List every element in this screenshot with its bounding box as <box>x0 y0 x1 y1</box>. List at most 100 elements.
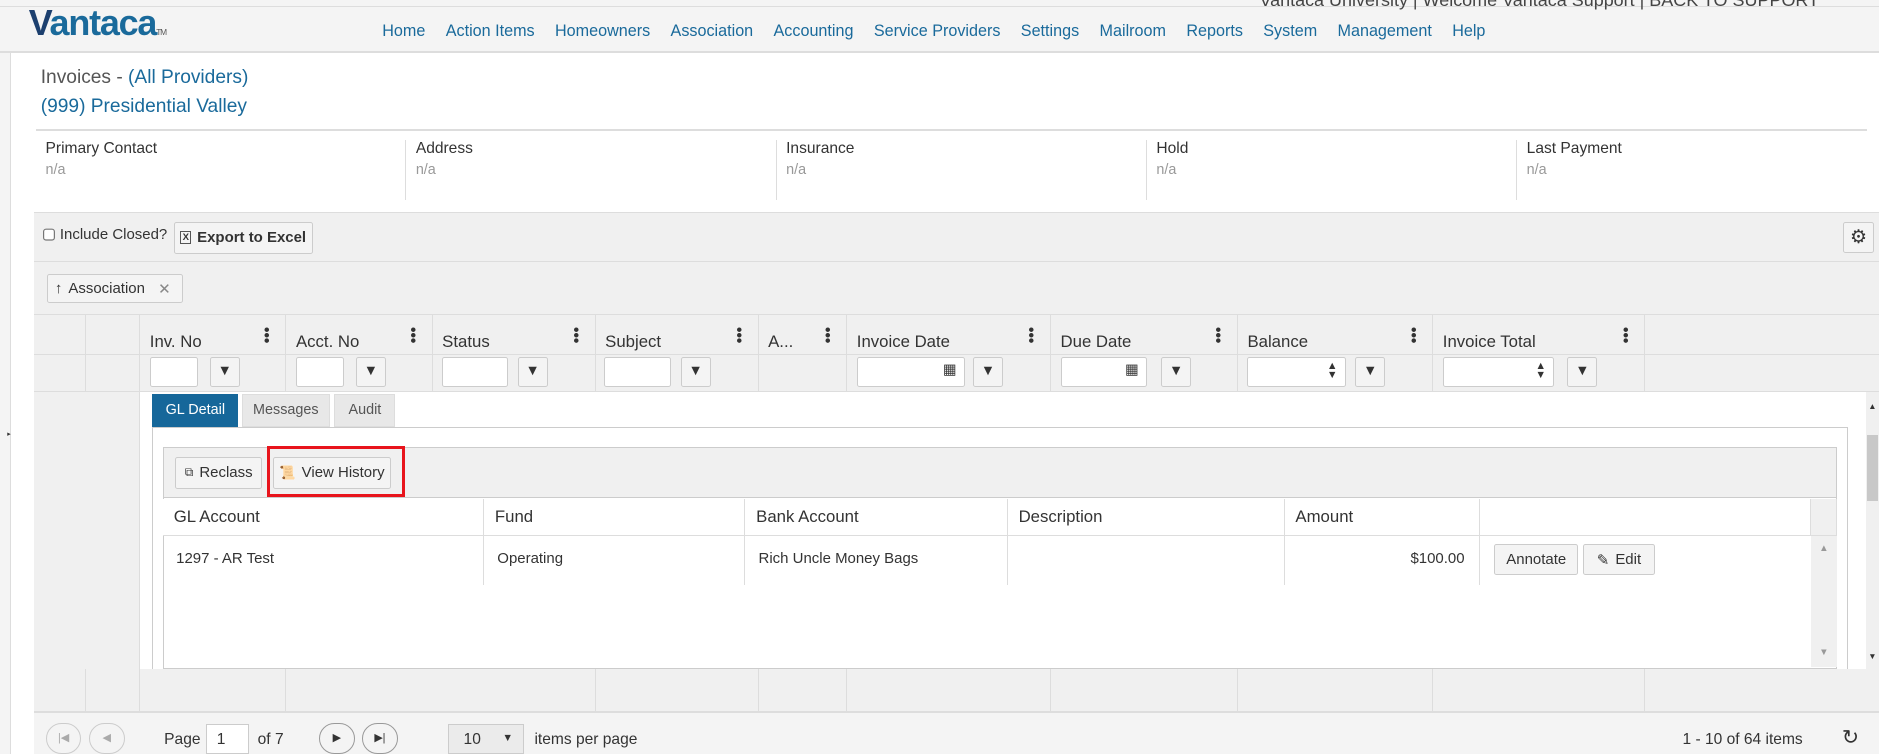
nav-accounting[interactable]: Accounting <box>774 22 854 41</box>
col-title: Subject <box>605 331 662 351</box>
col-due-date[interactable]: Due Date ••• <box>1051 315 1238 354</box>
scroll-thumb[interactable] <box>1867 435 1878 502</box>
column-menu-icon[interactable]: ••• <box>818 327 835 343</box>
col-subject[interactable]: Subject ••• <box>596 315 759 354</box>
pager <box>33 710 1879 754</box>
nav-service-providers[interactable]: Service Providers <box>874 22 1001 41</box>
gl-col-fund[interactable]: Fund <box>484 498 746 536</box>
filter-icon[interactable]: ▼ <box>973 357 1003 388</box>
col-invoice-total[interactable]: Invoice Total ••• <box>1433 315 1646 354</box>
date-input[interactable]: ▦ <box>856 357 965 388</box>
tab-audit[interactable]: Audit <box>334 394 396 427</box>
nav-home[interactable]: Home <box>382 22 425 41</box>
gl-col-bank-account[interactable]: Bank Account <box>745 498 1008 536</box>
vantaca-logo[interactable]: VantacaTM <box>29 2 167 44</box>
nav-action-items[interactable]: Action Items <box>446 22 535 41</box>
sidebar-toggle[interactable]: ▸ <box>0 52 11 754</box>
gl-cell-account: 1297 - AR Test <box>163 535 485 585</box>
numeric-input[interactable]: ▲ ▼ <box>1247 357 1346 388</box>
tab-messages[interactable]: Messages <box>242 394 330 427</box>
group-chip-association[interactable]: ↑ Association ✕ <box>46 274 184 304</box>
first-page-button[interactable]: |◀ <box>45 722 82 754</box>
filter-icon[interactable]: ▼ <box>1161 357 1192 388</box>
association-name[interactable]: (999) Presidential Valley <box>41 96 247 118</box>
filter-icon[interactable]: ▼ <box>680 357 711 388</box>
spinner-icon[interactable]: ▲ ▼ <box>1535 360 1546 381</box>
annotate-button[interactable]: Annotate <box>1494 544 1579 576</box>
refresh-icon[interactable]: ↻ <box>1842 725 1859 750</box>
nav-reports[interactable]: Reports <box>1186 22 1243 41</box>
edit-button[interactable]: ✎ Edit <box>1583 544 1655 576</box>
col-acct-no[interactable]: Acct. No ••• <box>286 315 433 354</box>
scroll-down-icon[interactable]: ▼ <box>1866 651 1879 661</box>
col-a[interactable]: A... ••• <box>759 315 848 354</box>
filter-icon[interactable]: ▼ <box>209 357 240 388</box>
filter-icon[interactable]: ▼ <box>1567 357 1598 388</box>
filter-status: ▼ <box>433 354 596 391</box>
filter-icon[interactable]: ▼ <box>517 357 548 388</box>
col-title: Invoice Total <box>1442 331 1536 351</box>
nav-system[interactable]: System <box>1263 22 1317 41</box>
filter-subject: ▼ <box>596 354 759 391</box>
value: n/a <box>45 161 66 178</box>
gl-col-actions <box>1479 498 1811 536</box>
scroll-down-icon[interactable]: ▼ <box>1811 647 1837 658</box>
column-menu-icon[interactable]: ••• <box>1404 327 1421 343</box>
gl-col-account[interactable]: GL Account <box>162 498 485 536</box>
filter-input[interactable] <box>442 357 509 388</box>
settings-gear-icon[interactable]: ⚙ <box>1843 221 1875 253</box>
highlight-box <box>267 445 406 498</box>
nav-management[interactable]: Management <box>1338 22 1432 41</box>
calendar-icon[interactable]: ▦ <box>943 362 957 378</box>
column-menu-icon[interactable]: ••• <box>730 327 747 343</box>
scroll-up-icon[interactable]: ▲ <box>1811 543 1837 554</box>
value: n/a <box>415 161 436 178</box>
col-balance[interactable]: Balance ••• <box>1238 315 1434 354</box>
gl-col-description[interactable]: Description <box>1007 498 1285 536</box>
tab-gl-detail[interactable]: GL Detail <box>152 394 239 427</box>
gl-scrollbar[interactable]: ▲ ▼ <box>1810 535 1838 668</box>
date-input[interactable]: ▦ <box>1060 357 1147 388</box>
info-address: Address n/a <box>406 140 777 201</box>
export-excel-button[interactable]: X Export to Excel <box>173 221 313 255</box>
export-label: Export to Excel <box>197 229 307 247</box>
welcome-text[interactable]: Vantaca University | Welcome Vantaca Sup… <box>1259 0 1819 11</box>
nav-mailroom[interactable]: Mailroom <box>1100 22 1166 41</box>
nav-help[interactable]: Help <box>1452 22 1485 41</box>
col-status[interactable]: Status ••• <box>433 315 596 354</box>
column-menu-icon[interactable]: ••• <box>1022 327 1039 343</box>
calendar-icon[interactable]: ▦ <box>1125 362 1139 378</box>
last-page-button[interactable]: ▶| <box>361 722 398 754</box>
grid-scrollbar[interactable]: ▲ ▼ <box>1865 391 1879 669</box>
col-invoice-date[interactable]: Invoice Date ••• <box>847 315 1051 354</box>
filter-input[interactable] <box>149 357 198 388</box>
reclass-button[interactable]: ⧉ Reclass <box>174 456 263 489</box>
col-inv-no[interactable]: Inv. No ••• <box>140 315 287 354</box>
column-menu-icon[interactable]: ••• <box>567 327 584 343</box>
spinner-icon[interactable]: ▲ ▼ <box>1327 360 1338 381</box>
column-menu-icon[interactable]: ••• <box>1209 327 1226 343</box>
column-menu-icon[interactable]: ••• <box>404 327 421 343</box>
page-input[interactable]: 1 <box>206 723 250 754</box>
remove-group-icon[interactable]: ✕ <box>158 280 171 298</box>
all-providers-link[interactable]: (All Providers) <box>128 67 248 88</box>
filter-input[interactable] <box>603 357 672 388</box>
next-page-button[interactable]: ▶ <box>318 722 355 754</box>
label: Primary Contact <box>45 140 158 158</box>
include-closed-label: Include Closed? <box>59 226 168 244</box>
gl-col-amount[interactable]: Amount <box>1284 498 1480 536</box>
page-size-select[interactable]: 10 ▼ <box>448 723 524 754</box>
filter-icon[interactable]: ▼ <box>355 357 386 388</box>
include-closed-checkbox[interactable]: Include Closed? <box>43 226 167 243</box>
column-menu-icon[interactable]: ••• <box>1617 327 1634 343</box>
nav-homeowners[interactable]: Homeowners <box>555 22 650 41</box>
column-menu-icon[interactable]: ••• <box>258 327 275 343</box>
filter-input[interactable] <box>295 357 344 388</box>
filter-icon[interactable]: ▼ <box>1355 357 1386 388</box>
nav-association[interactable]: Association <box>671 22 754 41</box>
prev-page-button[interactable]: ◀ <box>88 722 125 754</box>
nav-settings[interactable]: Settings <box>1021 22 1079 41</box>
scroll-up-icon[interactable]: ▲ <box>1866 401 1879 411</box>
items-summary: 1 - 10 of 64 items <box>1682 730 1803 748</box>
numeric-input[interactable]: ▲ ▼ <box>1442 357 1555 388</box>
